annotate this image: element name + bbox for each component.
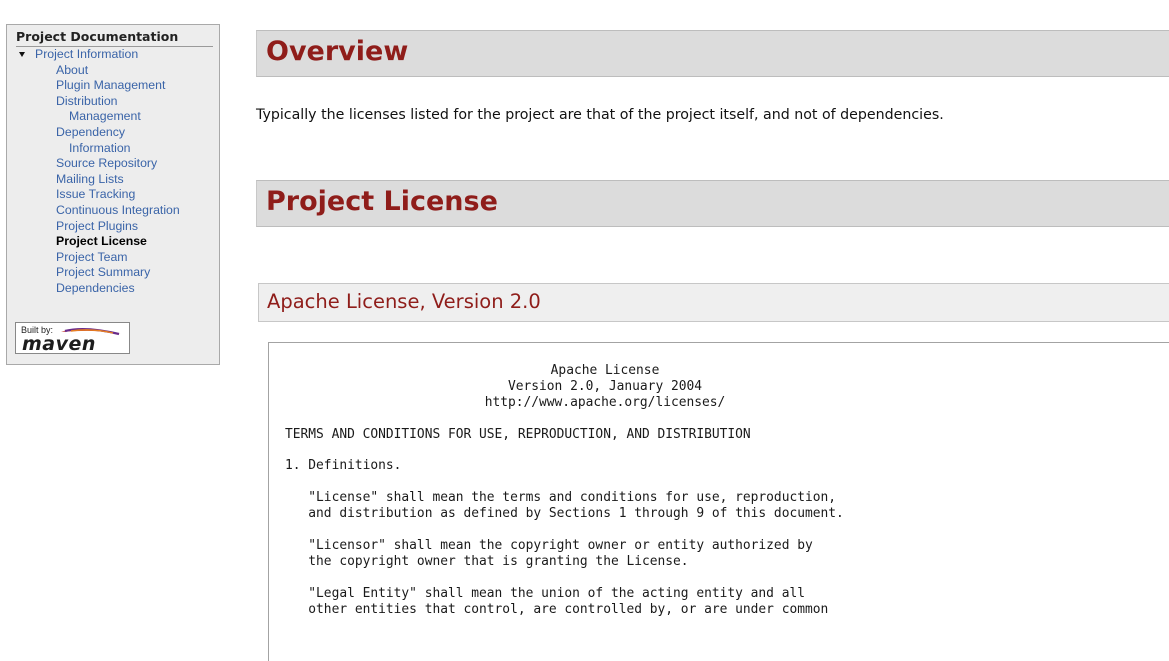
- sidebar-item-mailing-lists[interactable]: Mailing Lists: [16, 172, 219, 188]
- license-line: other entities that control, are control…: [285, 601, 829, 617]
- sidebar-item-about[interactable]: About: [16, 63, 219, 79]
- sidebar-item-distribution[interactable]: Distribution: [16, 94, 219, 110]
- license-line: "Legal Entity" shall mean the union of t…: [285, 585, 805, 601]
- expanded-triangle-icon: [19, 52, 25, 57]
- sidebar-item-plugin-management[interactable]: Plugin Management: [16, 78, 219, 94]
- sidebar-item-continuous-integration[interactable]: Continuous Integration: [16, 203, 219, 219]
- overview-paragraph: Typically the licenses listed for the pr…: [256, 107, 944, 123]
- project-license-section-header: Project License: [256, 180, 1169, 227]
- license-line: [285, 570, 925, 586]
- license-body: TERMS AND CONDITIONS FOR USE, REPRODUCTI…: [285, 411, 925, 618]
- overview-heading: Overview: [266, 36, 409, 67]
- license-line: "License" shall mean the terms and condi…: [285, 490, 837, 506]
- sidebar-item-management[interactable]: Management: [16, 109, 219, 125]
- license-line: [285, 474, 925, 490]
- sidebar-item-project-team[interactable]: Project Team: [16, 250, 219, 266]
- built-by-maven-logo[interactable]: Built by: maven: [15, 322, 130, 355]
- maven-wordmark: maven: [22, 333, 96, 355]
- license-line: TERMS AND CONDITIONS FOR USE, REPRODUCTI…: [285, 426, 751, 442]
- license-text-box: Apache License Version 2.0, January 2004 h…: [268, 342, 1169, 661]
- apache-license-heading: Apache License, Version 2.0: [267, 290, 541, 313]
- overview-section-header: Overview: [256, 30, 1169, 77]
- sidebar-item-issue-tracking[interactable]: Issue Tracking: [16, 187, 219, 203]
- project-license-heading: Project License: [266, 186, 498, 217]
- sidebar-item-project-license: Project License: [56, 234, 147, 249]
- sidebar-nav-list: About Plugin Management Distribution Manage…: [16, 63, 219, 297]
- sidebar-item-label: Project Information: [35, 47, 139, 61]
- license-url-line: http://www.apache.org/licenses/: [484, 394, 726, 410]
- license-line: [285, 522, 925, 538]
- sidebar-item-dependencies[interactable]: Dependencies: [16, 281, 219, 297]
- sidebar-title: Project Documentation: [16, 29, 213, 47]
- sidebar-item-information[interactable]: Information: [16, 141, 219, 157]
- sidebar-item-project-summary[interactable]: Project Summary: [16, 265, 219, 281]
- sidebar-item-project-plugins[interactable]: Project Plugins: [16, 219, 219, 235]
- sidebar-item-project-information[interactable]: Project Information: [16, 47, 219, 63]
- license-text: Apache License Version 2.0, January 2004 h…: [285, 363, 925, 617]
- license-line: and distribution as defined by Sections …: [285, 506, 844, 522]
- sidebar-item-source-repository[interactable]: Source Repository: [16, 156, 219, 172]
- apache-license-subsection-header: Apache License, Version 2.0: [258, 283, 1169, 322]
- sidebar: Project Documentation Project Informatio…: [6, 24, 220, 365]
- sidebar-item-dependency[interactable]: Dependency: [16, 125, 219, 141]
- license-line: [285, 443, 925, 459]
- license-version-line: Version 2.0, January 2004: [507, 378, 703, 394]
- license-line: [285, 411, 925, 427]
- license-line: 1. Definitions.: [285, 458, 402, 474]
- license-title-line: Apache License: [550, 363, 660, 378]
- license-line: the copyright owner that is granting the…: [285, 553, 689, 569]
- license-line: "Licensor" shall mean the copyright owne…: [285, 537, 813, 553]
